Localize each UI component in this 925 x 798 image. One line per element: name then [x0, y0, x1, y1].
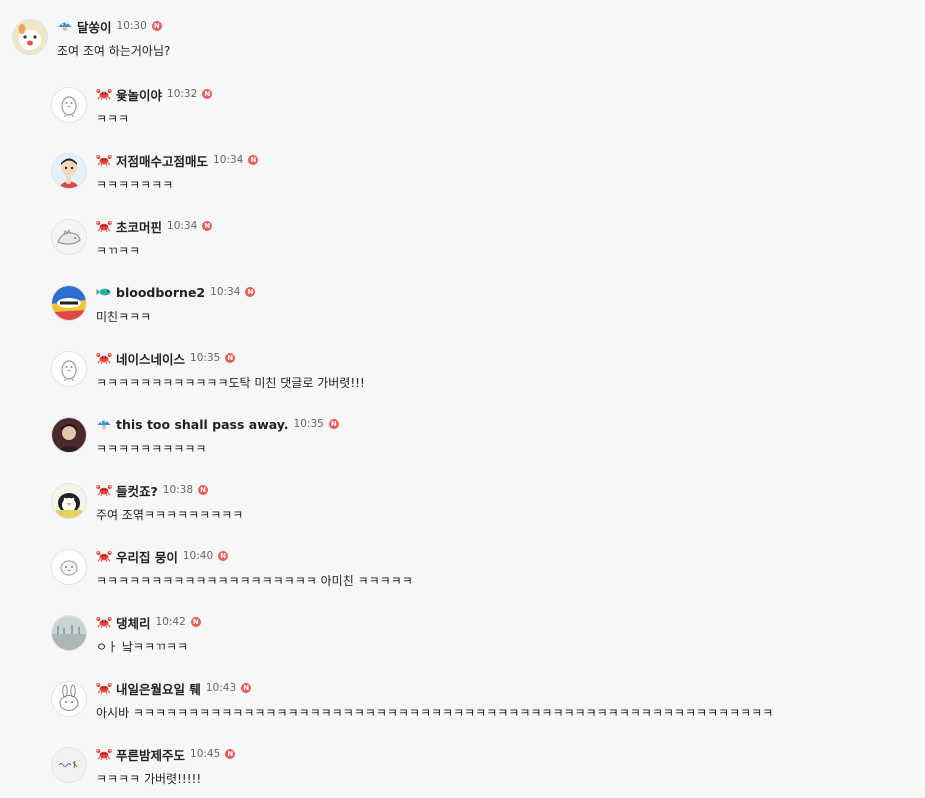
comment-text: ㅋㅋㅋㅋㅋㅋㅋㅋㅋㅋ [96, 442, 207, 456]
teal-fish-icon [96, 286, 112, 298]
nickname[interactable]: 댕체리 [116, 613, 151, 632]
cartoon-character-avatar[interactable] [51, 153, 87, 189]
timestamp: 10:40 [182, 550, 214, 562]
red-crab-icon [96, 88, 112, 100]
new-badge: N [198, 485, 209, 495]
nickname[interactable]: this too shall pass away. [116, 417, 289, 432]
comment-text: ㅇㅏ 낰ㅋㅋㄲㅋㅋ [96, 640, 189, 654]
nickname[interactable]: 달쏭이 [77, 17, 112, 36]
colorful-logo-avatar[interactable] [51, 285, 87, 321]
default-penguin-avatar[interactable] [51, 351, 87, 387]
reply-comment: 네이스네이스 10:35 N ㅋㅋㅋㅋㅋㅋㅋㅋㅋㅋㅋㅋ도탁 미친 댓글로 가버렷!!! [0, 349, 925, 409]
comment-meta: 내일은월요일 퉤 10:43 N [96, 679, 252, 698]
new-badge: N [202, 221, 213, 231]
comment-meta: 네이스네이스 10:35 N [96, 349, 236, 368]
reply-comment: 저점매수고점매도 10:34 N ㅋㅋㅋㅋㅋㅋㅋ [0, 151, 925, 211]
cartoon-face-avatar[interactable] [12, 19, 48, 55]
reply-comment: this too shall pass away. 10:35 N ㅋㅋㅋㅋㅋㅋㅋㅋㅋ… [0, 415, 925, 475]
comment-meta: this too shall pass away. 10:35 N [96, 415, 339, 433]
red-crab-icon [96, 748, 112, 760]
reply-comment: bloodborne2 10:34 N 미친ㅋㅋㅋ [0, 283, 925, 343]
timestamp: 10:42 [155, 616, 186, 628]
timestamp: 10:34 [167, 220, 198, 232]
new-badge: N [225, 749, 236, 759]
nickname[interactable]: 푸른밤제주도 [116, 745, 185, 764]
red-crab-icon [96, 682, 112, 694]
timestamp: 10:35 [190, 352, 221, 364]
reply-comment: 윷놀이야 10:32 N ㅋㅋㅋ [0, 85, 925, 145]
comment-meta: bloodborne2 10:34 N [96, 283, 256, 301]
comment-meta: 댕체리 10:42 N [96, 613, 201, 631]
cute-face-avatar[interactable] [51, 549, 87, 585]
reply-comment: 우리집 뭉이 10:40 N ㅋㅋㅋㅋㅋㅋㅋㅋㅋㅋㅋㅋㅋㅋㅋㅋㅋㅋㅋㅋ 아미친 ㅋㅋㅋ… [0, 547, 925, 607]
comment-text: ㅋㅋㅋㅋㅋㅋㅋㅋㅋㅋㅋㅋㅋㅋㅋㅋㅋㅋㅋㅋ 아미친 ㅋㅋㅋㅋㅋ [96, 574, 413, 588]
red-crab-icon [96, 616, 112, 628]
timestamp: 10:30 [116, 20, 147, 32]
handwriting-avatar[interactable] [51, 747, 87, 783]
new-badge: N [248, 155, 259, 165]
new-badge: N [328, 419, 339, 429]
comment-text: ㅋㅋㅋㅋㅋㅋㅋㅋㅋㅋㅋㅋ도탁 미친 댓글로 가버렷!!! [96, 376, 365, 390]
timestamp: 10:34 [210, 286, 241, 298]
comment-meta: 들컷죠? 10:38 N [96, 481, 209, 500]
nickname[interactable]: bloodborne2 [116, 285, 205, 300]
comment-text: ㅋㄲㅋㅋ [96, 244, 141, 258]
nickname[interactable]: 초코머핀 [116, 217, 162, 236]
new-badge: N [151, 21, 162, 31]
landscape-photo-avatar[interactable] [51, 615, 87, 651]
comment-text: 미친ㅋㅋㅋ [96, 310, 152, 324]
reply-comment: 들컷죠? 10:38 N 주여 조엮ㅋㅋㅋㅋㅋㅋㅋㅋㅋ [0, 481, 925, 541]
timestamp: 10:43 [205, 682, 237, 694]
new-badge: N [241, 683, 252, 693]
comment-meta: 초코머핀 10:34 N [96, 217, 213, 236]
new-badge: N [245, 287, 256, 297]
red-crab-icon [96, 154, 112, 166]
reply-comment: 댕체리 10:42 N ㅇㅏ 낰ㅋㅋㄲㅋㅋ [0, 613, 925, 673]
rabbit-sketch-avatar[interactable] [51, 681, 87, 717]
comment-meta: 윷놀이야 10:32 N [96, 85, 213, 104]
nickname[interactable]: 저점매수고점매도 [116, 151, 208, 170]
red-crab-icon [96, 220, 112, 232]
comment-meta: 달쏭이 10:30 N [57, 17, 162, 35]
reply-comment: 초코머핀 10:34 N ㅋㄲㅋㅋ [0, 217, 925, 277]
timestamp: 10:32 [167, 88, 198, 100]
reply-comment: 푸른밤제주도 10:45 N ㅋㅋㅋㅋ 가버렷!!!!! [0, 745, 925, 798]
comment-thread: 달쏭이 10:30 N 조여 조여 하는거아님? 윷놀이야 10:32 N ㅋㅋㅋ 저점매수고점… [0, 0, 925, 798]
comment-text: ㅋㅋㅋㅋ 가버렷!!!!! [96, 772, 202, 786]
comment-text: 아시바 ㅋㅋㅋㅋㅋㅋㅋㅋㅋㅋㅋㅋㅋㅋㅋㅋㅋㅋㅋㅋㅋㅋㅋㅋㅋㅋㅋㅋㅋㅋㅋㅋㅋㅋㅋㅋ… [96, 706, 774, 720]
nickname[interactable]: 들컷죠? [116, 481, 158, 500]
nickname[interactable]: 내일은월요일 퉤 [116, 679, 201, 698]
comment-meta: 저점매수고점매도 10:34 N [96, 151, 259, 170]
sketch-dinosaur-avatar[interactable] [51, 219, 87, 255]
red-crab-icon [96, 484, 112, 496]
blue-mushroom-icon [96, 418, 112, 430]
nickname[interactable]: 윷놀이야 [116, 85, 162, 104]
timestamp: 10:38 [162, 484, 194, 496]
comment-text: 주여 조엮ㅋㅋㅋㅋㅋㅋㅋㅋㅋ [96, 508, 244, 522]
comment-meta: 푸른밤제주도 10:45 N [96, 745, 236, 764]
penguin-character-avatar[interactable] [51, 483, 87, 519]
comment-text: 조여 조여 하는거아님? [57, 44, 171, 58]
nickname[interactable]: 우리집 뭉이 [116, 547, 178, 566]
new-badge: N [190, 617, 201, 627]
comment-text: ㅋㅋㅋ [96, 112, 130, 126]
timestamp: 10:34 [213, 154, 244, 166]
comment-meta: 우리집 뭉이 10:40 N [96, 547, 229, 566]
default-penguin-avatar[interactable] [51, 87, 87, 123]
new-badge: N [202, 89, 213, 99]
reply-comment: 내일은월요일 퉤 10:43 N 아시바 ㅋㅋㅋㅋㅋㅋㅋㅋㅋㅋㅋㅋㅋㅋㅋㅋㅋㅋㅋㅋㅋㅋ… [0, 679, 925, 739]
nickname[interactable]: 네이스네이스 [116, 349, 185, 368]
timestamp: 10:45 [190, 748, 221, 760]
comment: 달쏭이 10:30 N 조여 조여 하는거아님? [0, 17, 925, 77]
comment-text: ㅋㅋㅋㅋㅋㅋㅋ [96, 178, 174, 192]
new-badge: N [218, 551, 229, 561]
red-crab-icon [96, 550, 112, 562]
red-crab-icon [96, 352, 112, 364]
person-photo-avatar[interactable] [51, 417, 87, 453]
blue-mushroom-icon [57, 20, 73, 32]
timestamp: 10:35 [293, 418, 324, 430]
new-badge: N [225, 353, 236, 363]
